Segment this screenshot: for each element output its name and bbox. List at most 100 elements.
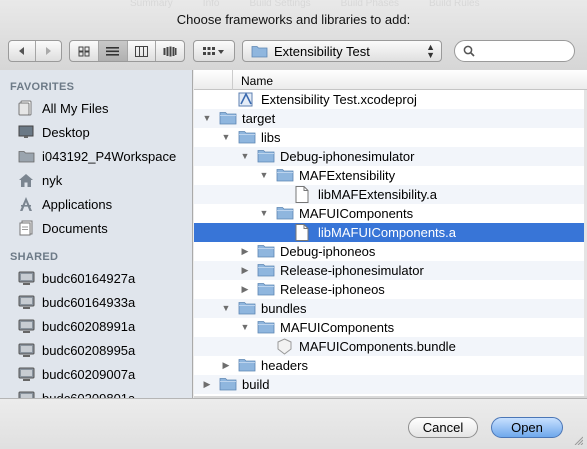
folder-icon xyxy=(276,205,294,222)
file-row[interactable]: libMAFExtensibility.a xyxy=(194,185,587,204)
computer-icon xyxy=(16,293,36,311)
back-forward-control xyxy=(8,40,62,62)
sidebar-item-label: budc60164933a xyxy=(42,294,136,310)
icon-view-button[interactable] xyxy=(70,41,99,61)
file-row[interactable]: ▶ Debug-iphoneos xyxy=(194,242,587,261)
sidebar-item-all-my-files[interactable]: All My Files xyxy=(0,96,192,120)
sidebar-item-workspace[interactable]: i043192_P4Workspace xyxy=(0,144,192,168)
sidebar-item-documents[interactable]: Documents xyxy=(0,216,192,240)
dialog-header: Summary Info Build Settings Build Phases… xyxy=(0,0,587,70)
file-row[interactable]: ▶ Release-iphonesimulator xyxy=(194,261,587,280)
file-row[interactable]: ▼ MAFUIComponents xyxy=(194,318,587,337)
disclosure-open-icon[interactable]: ▼ xyxy=(259,208,269,218)
file-row-label: MAFUIComponents.bundle xyxy=(299,339,456,354)
location-label: Extensibility Test xyxy=(274,43,370,59)
file-row-selected[interactable]: libMAFUIComponents.a xyxy=(194,223,587,242)
forward-button[interactable] xyxy=(36,41,62,61)
search-input[interactable] xyxy=(479,44,574,58)
disclosure-open-icon[interactable]: ▼ xyxy=(221,303,231,313)
documents-icon xyxy=(16,219,36,237)
sidebar-item-shared-computer[interactable]: budc60208995a xyxy=(0,338,192,362)
search-icon xyxy=(463,45,475,57)
file-row-label: libMAFExtensibility.a xyxy=(318,187,437,202)
xcodeproj-icon xyxy=(238,91,256,108)
file-row[interactable]: ▼ bundles xyxy=(194,299,587,318)
sidebar-item-shared-computer[interactable]: budc60209007a xyxy=(0,362,192,386)
folder-icon xyxy=(16,147,36,165)
file-row[interactable]: ▼ MAFUIComponents xyxy=(194,204,587,223)
file-row[interactable]: Extensibility Test.xcodeproj xyxy=(194,90,587,109)
disclosure-closed-icon[interactable]: ▶ xyxy=(202,379,212,389)
column-divider xyxy=(232,70,233,90)
file-row[interactable]: MAFUIComponents.bundle xyxy=(194,337,587,356)
file-icon xyxy=(295,224,313,241)
folder-icon xyxy=(238,300,256,317)
file-icon xyxy=(295,186,313,203)
file-row[interactable]: ▶ Release-iphoneos xyxy=(194,280,587,299)
sidebar-item-desktop[interactable]: Desktop xyxy=(0,120,192,144)
back-arrow-icon xyxy=(18,47,24,55)
location-popup[interactable]: Extensibility Test ▲ ▼ xyxy=(242,40,442,62)
file-row-label: libMAFUIComponents.a xyxy=(318,225,456,240)
search-field[interactable] xyxy=(454,40,575,62)
sidebar-item-shared-computer[interactable]: budc60209801a xyxy=(0,386,192,398)
applications-icon xyxy=(16,195,36,213)
disclosure-closed-icon[interactable]: ▶ xyxy=(240,284,250,294)
open-button[interactable]: Open xyxy=(491,417,563,438)
arrange-button[interactable] xyxy=(193,40,235,62)
arrange-grid-icon xyxy=(203,46,224,55)
disclosure-open-icon[interactable]: ▼ xyxy=(240,151,250,161)
list-view-button[interactable] xyxy=(98,41,128,61)
sidebar-item-label: nyk xyxy=(42,172,63,188)
file-row-label: MAFUIComponents xyxy=(299,206,414,221)
shared-header: SHARED xyxy=(10,251,59,263)
home-icon xyxy=(16,171,36,189)
file-row-label: Debug-iphonesimulator xyxy=(280,149,415,164)
disclosure-open-icon[interactable]: ▼ xyxy=(202,113,212,123)
back-button[interactable] xyxy=(9,41,36,61)
disclosure-open-icon[interactable]: ▼ xyxy=(240,322,250,332)
folder-icon xyxy=(238,129,256,146)
file-browser: Name Extensibility Test.xcodeproj ▼ target… xyxy=(194,70,587,398)
column-view-button[interactable] xyxy=(128,41,157,61)
disclosure-closed-icon[interactable]: ▶ xyxy=(240,265,250,275)
file-row-label: Debug-iphoneos xyxy=(280,244,376,259)
sidebar-item-nyk[interactable]: nyk xyxy=(0,168,192,192)
coverflow-view-icon xyxy=(163,46,177,56)
bg-tab: Summary xyxy=(130,0,173,8)
sidebar-item-label: budc60208995a xyxy=(42,342,136,358)
file-row[interactable]: ▼ Debug-iphonesimulator xyxy=(194,147,587,166)
disclosure-closed-icon[interactable]: ▶ xyxy=(221,360,231,370)
sidebar-item-shared-computer[interactable]: budc60164927a xyxy=(0,266,192,290)
folder-icon xyxy=(276,167,294,184)
file-row[interactable]: ▶ build xyxy=(194,375,587,394)
resize-grip-icon[interactable] xyxy=(573,435,583,445)
file-row-label: libs xyxy=(261,130,281,145)
cancel-button[interactable]: Cancel xyxy=(408,417,478,438)
file-row[interactable]: ▼ target xyxy=(194,109,587,128)
file-row[interactable]: ▼ libs xyxy=(194,128,587,147)
view-mode-control xyxy=(69,40,185,62)
dialog-footer: Cancel Open xyxy=(0,398,587,449)
dialog-title: Choose frameworks and libraries to add: xyxy=(176,12,411,27)
sidebar-item-shared-computer[interactable]: budc60164933a xyxy=(0,290,192,314)
disclosure-closed-icon[interactable]: ▶ xyxy=(240,246,250,256)
file-row[interactable]: ▶ headers xyxy=(194,356,587,375)
sidebar-item-label: budc60208991a xyxy=(42,318,136,334)
computer-icon xyxy=(16,317,36,335)
coverflow-view-button[interactable] xyxy=(156,41,184,61)
sidebar-item-applications[interactable]: Applications xyxy=(0,192,192,216)
file-row[interactable]: ▼ MAFExtensibility xyxy=(194,166,587,185)
disclosure-open-icon[interactable]: ▼ xyxy=(221,132,231,142)
folder-icon xyxy=(257,148,275,165)
file-list: Extensibility Test.xcodeproj ▼ target ▼ libs… xyxy=(194,90,587,398)
folder-icon xyxy=(238,357,256,374)
folder-icon xyxy=(257,281,275,298)
sidebar-item-label: All My Files xyxy=(42,100,109,116)
bg-tab: Build Rules xyxy=(429,0,480,8)
name-column-header[interactable]: Name xyxy=(194,70,587,90)
disclosure-open-icon[interactable]: ▼ xyxy=(259,170,269,180)
computer-icon xyxy=(16,269,36,287)
folder-icon xyxy=(257,262,275,279)
sidebar-item-shared-computer[interactable]: budc60208991a xyxy=(0,314,192,338)
